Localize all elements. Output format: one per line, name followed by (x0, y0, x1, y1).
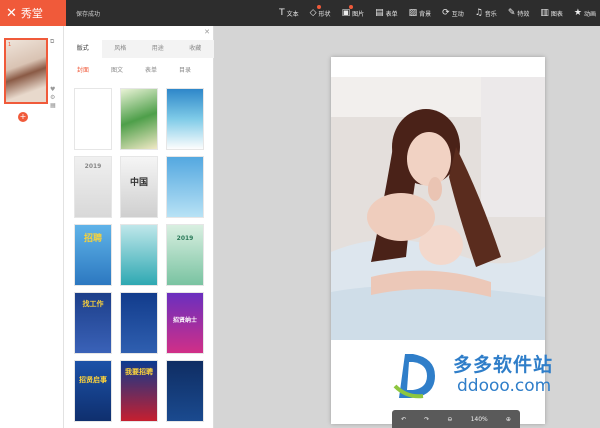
tool-label: 表单 (385, 10, 398, 18)
subtab-form[interactable]: 表单 (136, 64, 166, 78)
tab-layout[interactable]: 版式 (64, 40, 102, 58)
add-page-button[interactable]: + (18, 112, 28, 122)
subtab-image-text[interactable]: 图文 (102, 64, 132, 78)
tool-text[interactable]: T 文本 (279, 8, 299, 18)
page-number: 1 (8, 42, 12, 48)
tool-label: 形状 (318, 10, 331, 18)
image-icon: ▣ (341, 8, 351, 18)
tool-label: 背景 (419, 10, 432, 18)
effects-icon: ✎ (507, 8, 516, 18)
new-badge (316, 5, 321, 9)
watermark: 多多软件站 ddooo.com (387, 346, 597, 406)
panel-subtabs: 封面 图文 表单 目录 (64, 64, 214, 78)
template-card[interactable]: 中国 (120, 156, 158, 218)
tool-interaction[interactable]: ⟳ 互动 (442, 8, 464, 18)
background-icon: ▨ (408, 8, 418, 18)
text-icon: T (279, 8, 285, 18)
zoom-level: 140% (470, 415, 488, 423)
template-card[interactable]: 找工作 (74, 292, 112, 354)
shape-icon: ◇ (309, 8, 317, 18)
form-icon: ▤ (375, 8, 384, 18)
zoom-out-icon[interactable]: ⊖ (447, 416, 452, 423)
subtab-contents[interactable]: 目录 (170, 64, 200, 78)
watermark-title: 多多软件站 (453, 354, 554, 376)
tool-form[interactable]: ▤ 表单 (375, 8, 398, 18)
tool-label: 互动 (451, 10, 464, 18)
tool-label: 特效 (517, 10, 530, 18)
template-card[interactable]: 我要招聘 (120, 360, 158, 422)
subtab-cover[interactable]: 封面 (68, 64, 98, 78)
new-badge (348, 5, 353, 9)
panel-tabs: 版式 风格 用途 收藏 (64, 40, 214, 58)
tool-shape[interactable]: ◇ 形状 (309, 5, 331, 18)
tool-effects[interactable]: ✎ 特效 (508, 8, 530, 18)
watermark-logo-icon (393, 354, 435, 399)
page-thumbnail[interactable]: 1 (4, 38, 48, 104)
music-icon: ♫ (474, 8, 483, 18)
toolbar: T 文本 ◇ 形状 ▣ 图片 ▤ 表单 ▨ 背景 ⟳ 互动 ♫ 音乐 ✎ 特效 ▥ 图表 ★ 动画 (268, 0, 596, 26)
tool-background[interactable]: ▨ 背景 (409, 8, 432, 18)
interaction-icon: ⟳ (442, 8, 450, 18)
logo-text: 秀堂 (20, 7, 43, 20)
copy-icon[interactable]: ⧉ (50, 38, 54, 46)
chart-icon: ▥ (540, 8, 549, 18)
zoom-bar: ↶ ↷ ⊖ 140% ⊕ (392, 410, 520, 428)
tab-favorites[interactable]: 收藏 (177, 40, 215, 58)
template-card-blank[interactable] (74, 88, 112, 150)
photo-image (331, 77, 545, 340)
template-card[interactable]: 2019 (166, 224, 204, 286)
tool-label: 动画 (583, 10, 596, 18)
logo-mark: ✕ (6, 5, 17, 21)
top-bar: ✕ 秀堂 保存成功 T 文本 ◇ 形状 ▣ 图片 ▤ 表单 ▨ 背景 ⟳ 互动 ♫ 音乐 ✎ 特… (0, 0, 600, 26)
template-card[interactable]: 招聘 (74, 224, 112, 286)
tool-animation[interactable]: ★ 动画 (574, 8, 596, 18)
watermark-url: ddooo.com (457, 376, 552, 396)
app-logo[interactable]: ✕ 秀堂 (0, 0, 66, 26)
template-card[interactable]: 招贤纳士 (166, 292, 204, 354)
redo-icon[interactable]: ↷ (424, 416, 429, 423)
template-card[interactable] (166, 156, 204, 218)
grid-icon[interactable]: ▦ (50, 102, 56, 109)
template-card[interactable]: 2019 (74, 156, 112, 218)
tool-image[interactable]: ▣ 图片 (341, 5, 365, 18)
template-card[interactable] (120, 224, 158, 286)
tool-label: 音乐 (484, 10, 497, 18)
template-card[interactable] (166, 88, 204, 150)
tool-label: 图表 (550, 10, 563, 18)
animation-icon: ★ (573, 8, 582, 18)
template-panel: ✕ 版式 风格 用途 收藏 封面 图文 表单 目录 2019 中国 招聘 201… (64, 26, 275, 428)
undo-icon[interactable]: ↶ (401, 416, 406, 423)
template-card[interactable] (166, 360, 204, 422)
template-card[interactable] (120, 88, 158, 150)
heart-icon[interactable]: ♥ (50, 86, 55, 93)
zoom-in-icon[interactable]: ⊕ (506, 416, 511, 423)
tab-usage[interactable]: 用途 (139, 40, 177, 58)
page-photo[interactable] (331, 77, 545, 340)
tool-music[interactable]: ♫ 音乐 (475, 8, 497, 18)
tool-label: 图片 (352, 10, 365, 18)
template-card[interactable]: 招贤启事 (74, 360, 112, 422)
tool-label: 文本 (286, 10, 299, 18)
tool-chart[interactable]: ▥ 图表 (540, 8, 563, 18)
page-list: 1 ⧉ ♥ ⚙ ▦ + (0, 26, 64, 428)
save-status: 保存成功 (76, 11, 101, 18)
template-card[interactable] (120, 292, 158, 354)
tab-style[interactable]: 风格 (102, 40, 140, 58)
close-icon[interactable]: ✕ (204, 28, 210, 36)
settings-icon[interactable]: ⚙ (50, 94, 55, 101)
